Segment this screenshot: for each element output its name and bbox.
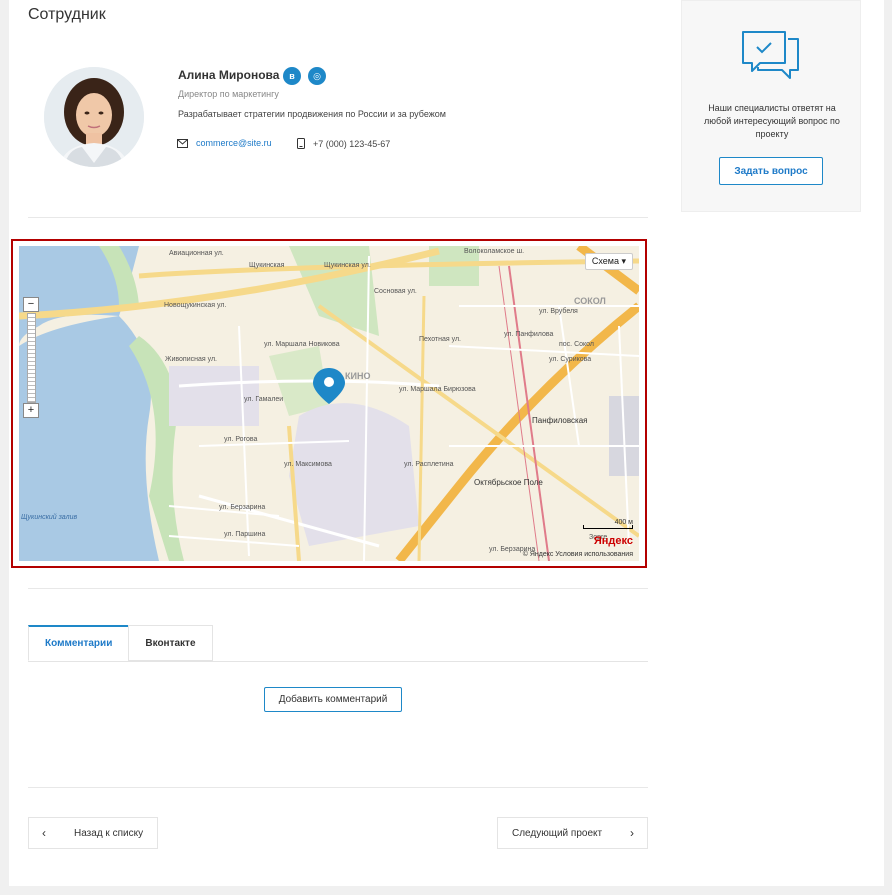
phone-icon	[297, 138, 305, 149]
page-title: Сотрудник	[28, 6, 106, 23]
tabs-divider	[28, 661, 648, 662]
divider	[28, 588, 648, 589]
divider	[28, 217, 648, 218]
question-card: Наши специалисты ответят на любой интере…	[681, 0, 861, 212]
ask-question-button[interactable]: Задать вопрос	[719, 157, 823, 185]
email-contact[interactable]: commerce@site.ru	[177, 138, 272, 148]
employee-description: Разрабатывает стратегии продвижения по Р…	[178, 109, 446, 119]
next-label: Следующий проект	[512, 827, 603, 839]
chevron-right-icon: ›	[630, 826, 634, 840]
chat-bubbles-icon	[742, 31, 799, 79]
email-link[interactable]: commerce@site.ru	[196, 138, 272, 148]
add-comment-button[interactable]: Добавить комментарий	[264, 687, 402, 712]
divider	[28, 787, 648, 788]
map-highlight-frame	[11, 239, 647, 568]
vk-icon[interactable]: в	[283, 67, 301, 85]
instagram-icon[interactable]: ◎	[308, 67, 326, 85]
phone-number: +7 (000) 123-45-67	[313, 138, 391, 149]
mail-icon	[177, 138, 188, 148]
phone-contact: +7 (000) 123-45-67	[297, 138, 390, 149]
tab-comments[interactable]: Комментарии	[28, 625, 130, 661]
tabs: Комментарии Вконтакте	[28, 625, 213, 661]
employee-avatar	[44, 67, 144, 167]
tab-vkontakte[interactable]: Вконтакте	[128, 625, 213, 661]
back-label: Назад к списку	[74, 827, 144, 839]
avatar-photo	[44, 67, 144, 167]
employee-name: Алина Миронова	[178, 68, 280, 82]
question-card-text: Наши специалисты ответят на любой интере…	[704, 103, 840, 139]
chevron-left-icon: ‹	[42, 826, 46, 840]
back-to-list-button[interactable]: ‹ Назад к списку	[28, 817, 158, 849]
employee-position: Директор по маркетингу	[178, 89, 279, 99]
next-project-button[interactable]: Следующий проект ›	[497, 817, 648, 849]
